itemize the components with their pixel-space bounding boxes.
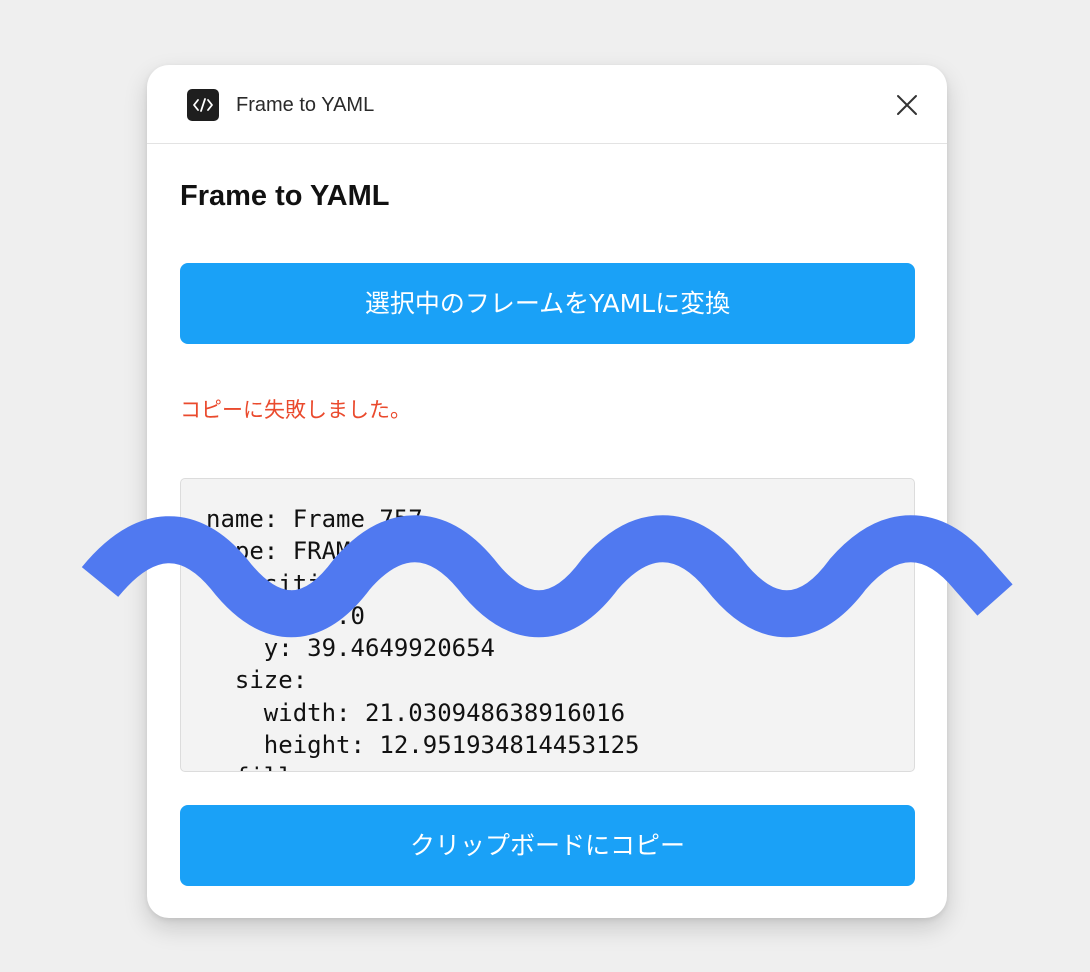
close-icon — [897, 95, 917, 115]
error-message: コピーに失敗しました。 — [180, 398, 411, 422]
close-button[interactable] — [890, 88, 924, 122]
yaml-text: name: Frame 757 type: FRAME position: x:… — [206, 505, 640, 771]
titlebar: Frame to YAML — [147, 65, 947, 144]
window-title: Frame to YAML — [236, 94, 375, 116]
page-title: Frame to YAML — [180, 180, 390, 212]
yaml-output-box[interactable]: name: Frame 757 type: FRAME position: x:… — [180, 478, 915, 772]
plugin-window: Frame to YAML Frame to YAML 選択中のフレームをYAM… — [147, 65, 947, 918]
copy-to-clipboard-button[interactable]: クリップボードにコピー — [180, 805, 915, 886]
convert-button[interactable]: 選択中のフレームをYAMLに変換 — [180, 263, 915, 344]
code-icon — [187, 89, 219, 121]
